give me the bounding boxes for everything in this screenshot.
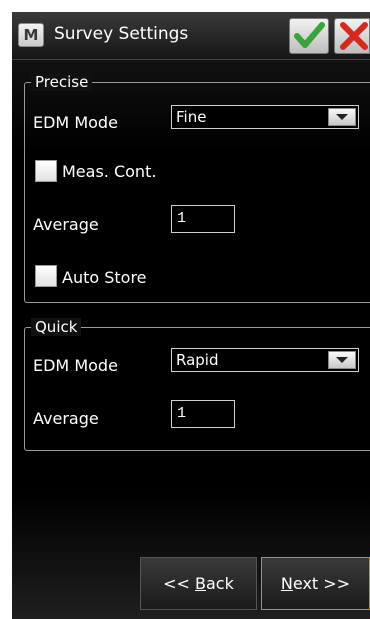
back-hotkey: B: [195, 574, 206, 593]
meas-cont-checkbox[interactable]: [35, 160, 57, 182]
quick-legend: Quick: [31, 318, 82, 336]
next-button[interactable]: Next >>: [261, 557, 370, 610]
title-bar: M Survey Settings: [12, 12, 370, 60]
chevron-down-icon[interactable]: [328, 351, 356, 369]
next-rest: ext >>: [292, 574, 351, 593]
precise-edm-mode-value: Fine: [176, 108, 207, 126]
next-hotkey: N: [280, 574, 293, 593]
meas-cont-label: Meas. Cont.: [62, 162, 157, 181]
precise-edm-mode-label: EDM Mode: [33, 113, 118, 132]
quick-average-input[interactable]: 1: [171, 400, 235, 428]
precise-edm-mode-select[interactable]: Fine: [171, 105, 359, 129]
chevron-down-icon[interactable]: [328, 108, 356, 126]
back-rest: ack: [206, 574, 234, 593]
dialog-title: Survey Settings: [54, 24, 189, 44]
ok-button[interactable]: [289, 18, 329, 54]
quick-average-value: 1: [177, 405, 187, 422]
precise-average-input[interactable]: 1: [171, 205, 235, 233]
checkmark-icon: [294, 22, 325, 48]
back-prefix: <<: [163, 574, 196, 593]
precise-average-value: 1: [177, 210, 187, 227]
quick-edm-mode-value: Rapid: [176, 351, 219, 369]
quick-average-label: Average: [33, 409, 99, 428]
quick-edm-mode-select[interactable]: Rapid: [171, 348, 359, 372]
precise-legend: Precise: [31, 73, 93, 91]
auto-store-label: Auto Store: [62, 268, 147, 287]
auto-store-checkbox[interactable]: [35, 265, 57, 287]
close-icon: [340, 22, 368, 50]
app-icon: M: [18, 23, 44, 47]
back-button[interactable]: << Back: [140, 557, 257, 610]
quick-group: Quick: [24, 318, 370, 451]
precise-average-label: Average: [33, 215, 99, 234]
quick-edm-mode-label: EDM Mode: [33, 356, 118, 375]
cancel-button[interactable]: [334, 18, 370, 54]
survey-settings-screen: M Survey Settings Precise EDM Mode Fine …: [12, 12, 370, 619]
